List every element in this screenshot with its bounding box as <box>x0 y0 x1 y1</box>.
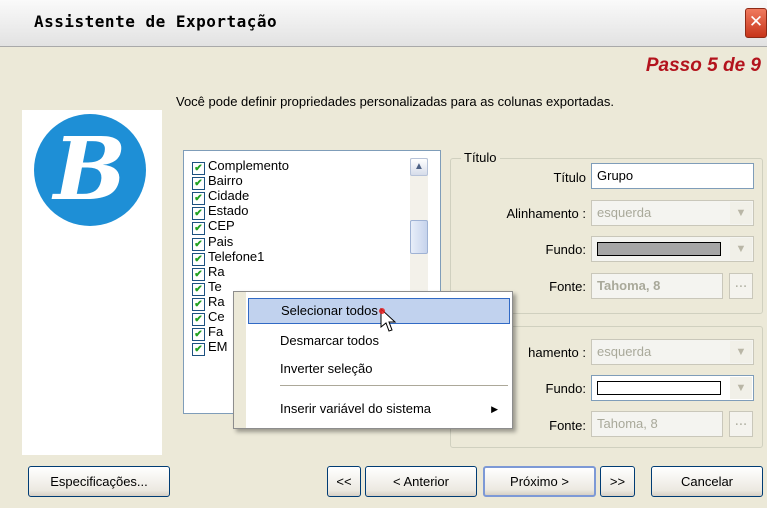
title-bg-label: Fundo: <box>545 242 586 257</box>
title-font-picker-button[interactable]: ... <box>729 273 753 299</box>
column-checkbox-item[interactable]: ✔ Te <box>192 278 222 296</box>
mouse-pointer-icon <box>379 307 397 332</box>
context-menu: Selecionar todos Desmarcar todos Inverte… <box>233 291 513 429</box>
first-step-button[interactable]: << <box>327 466 361 497</box>
column-checkbox-item[interactable]: ✔ CEP <box>192 218 235 236</box>
data-bg-swatch <box>597 381 721 395</box>
column-label: Ra <box>208 263 225 279</box>
menu-gutter <box>234 292 246 428</box>
column-label: Telefone1 <box>208 248 265 264</box>
title-align-select[interactable]: esquerda ▼ <box>591 200 754 226</box>
window-title: Assistente de Exportação <box>34 12 278 31</box>
checkbox-icon[interactable]: ✔ <box>192 343 205 357</box>
column-checkbox-item[interactable]: ✔ Pais <box>192 233 234 251</box>
title-input[interactable]: Grupo <box>591 163 754 189</box>
title-font-field: Tahoma, 8 <box>591 273 723 299</box>
previous-button[interactable]: < Anterior <box>365 466 477 497</box>
title-bg-color-select[interactable]: ▼ <box>591 236 754 262</box>
title-group-legend: Título <box>461 150 500 165</box>
submenu-arrow-icon: ▶ <box>491 404 498 414</box>
column-checkbox-item[interactable]: ✔ Estado <box>192 203 249 221</box>
column-label: Ce <box>208 309 225 324</box>
brand-logo-icon: B <box>34 114 146 226</box>
menu-separator <box>280 385 508 386</box>
specifications-button[interactable]: Especificações... <box>28 466 170 497</box>
chevron-down-icon: ▼ <box>730 377 752 399</box>
column-checkbox-item[interactable]: ✔ Ra <box>192 293 225 311</box>
title-align-value: esquerda <box>597 205 652 220</box>
last-step-button[interactable]: >> <box>600 466 635 497</box>
column-label: Cidade <box>208 188 250 204</box>
column-checkbox-item[interactable]: ✔ Ce <box>192 309 225 326</box>
chevron-down-icon: ▼ <box>730 238 752 260</box>
data-align-select[interactable]: esquerda ▼ <box>591 339 754 365</box>
title-bar: Assistente de Exportação ✕ <box>0 0 767 47</box>
column-checkbox-item[interactable]: ✔ Ra <box>192 263 225 281</box>
column-label: Bairro <box>208 173 243 189</box>
column-checkbox-item[interactable]: ✔ Complemento <box>192 158 289 175</box>
data-font-field: Tahoma, 8 <box>591 411 723 437</box>
data-align-value: esquerda <box>597 344 652 359</box>
column-label: EM <box>208 339 228 355</box>
data-font-picker-button[interactable]: ... <box>729 411 753 437</box>
column-checkbox-item[interactable]: ✔ Fa <box>192 324 224 342</box>
title-bg-swatch <box>597 242 721 256</box>
chevron-down-icon: ▼ <box>730 341 752 363</box>
logo-panel: B <box>22 110 162 455</box>
column-checkbox-item[interactable]: ✔ Bairro <box>192 173 243 191</box>
instruction-text: Você pode definir propriedades personali… <box>176 94 614 109</box>
chevron-up-icon: ▲ <box>414 161 424 172</box>
chevron-down-icon: ▼ <box>730 202 752 224</box>
column-checkbox-item[interactable]: ✔ Telefone1 <box>192 248 265 266</box>
title-align-label: Alinhamento : <box>506 206 587 221</box>
cancel-button[interactable]: Cancelar <box>651 466 763 497</box>
column-checkbox-item[interactable]: ✔ Cidade <box>192 188 250 206</box>
menu-item-insert-label: Inserir variável do sistema <box>280 401 431 416</box>
column-checkbox-item[interactable]: ✔ EM <box>192 339 228 357</box>
close-icon: ✕ <box>748 12 764 32</box>
data-bg-color-select[interactable]: ▼ <box>591 375 754 401</box>
scroll-thumb[interactable] <box>410 220 428 254</box>
column-label: Fa <box>208 324 224 340</box>
export-wizard-window: Assistente de Exportação ✕ Passo 5 de 9 … <box>0 0 767 508</box>
column-label: Complemento <box>208 158 289 173</box>
title-label: Título <box>553 170 586 185</box>
close-button[interactable]: ✕ <box>745 8 767 38</box>
step-indicator: Passo 5 de 9 <box>645 55 761 76</box>
column-label: Te <box>208 278 222 294</box>
column-label: Estado <box>208 203 249 219</box>
column-label: Pais <box>208 233 234 249</box>
menu-item-insert-system-variable[interactable]: Inserir variável do sistema ▶ <box>248 396 510 422</box>
scroll-up-button[interactable]: ▲ <box>410 158 428 176</box>
column-label: CEP <box>208 218 235 234</box>
column-label: Ra <box>208 293 225 309</box>
menu-item-invert-selection[interactable]: Inverter seleção <box>248 356 510 382</box>
next-button[interactable]: Próximo > <box>483 466 596 497</box>
